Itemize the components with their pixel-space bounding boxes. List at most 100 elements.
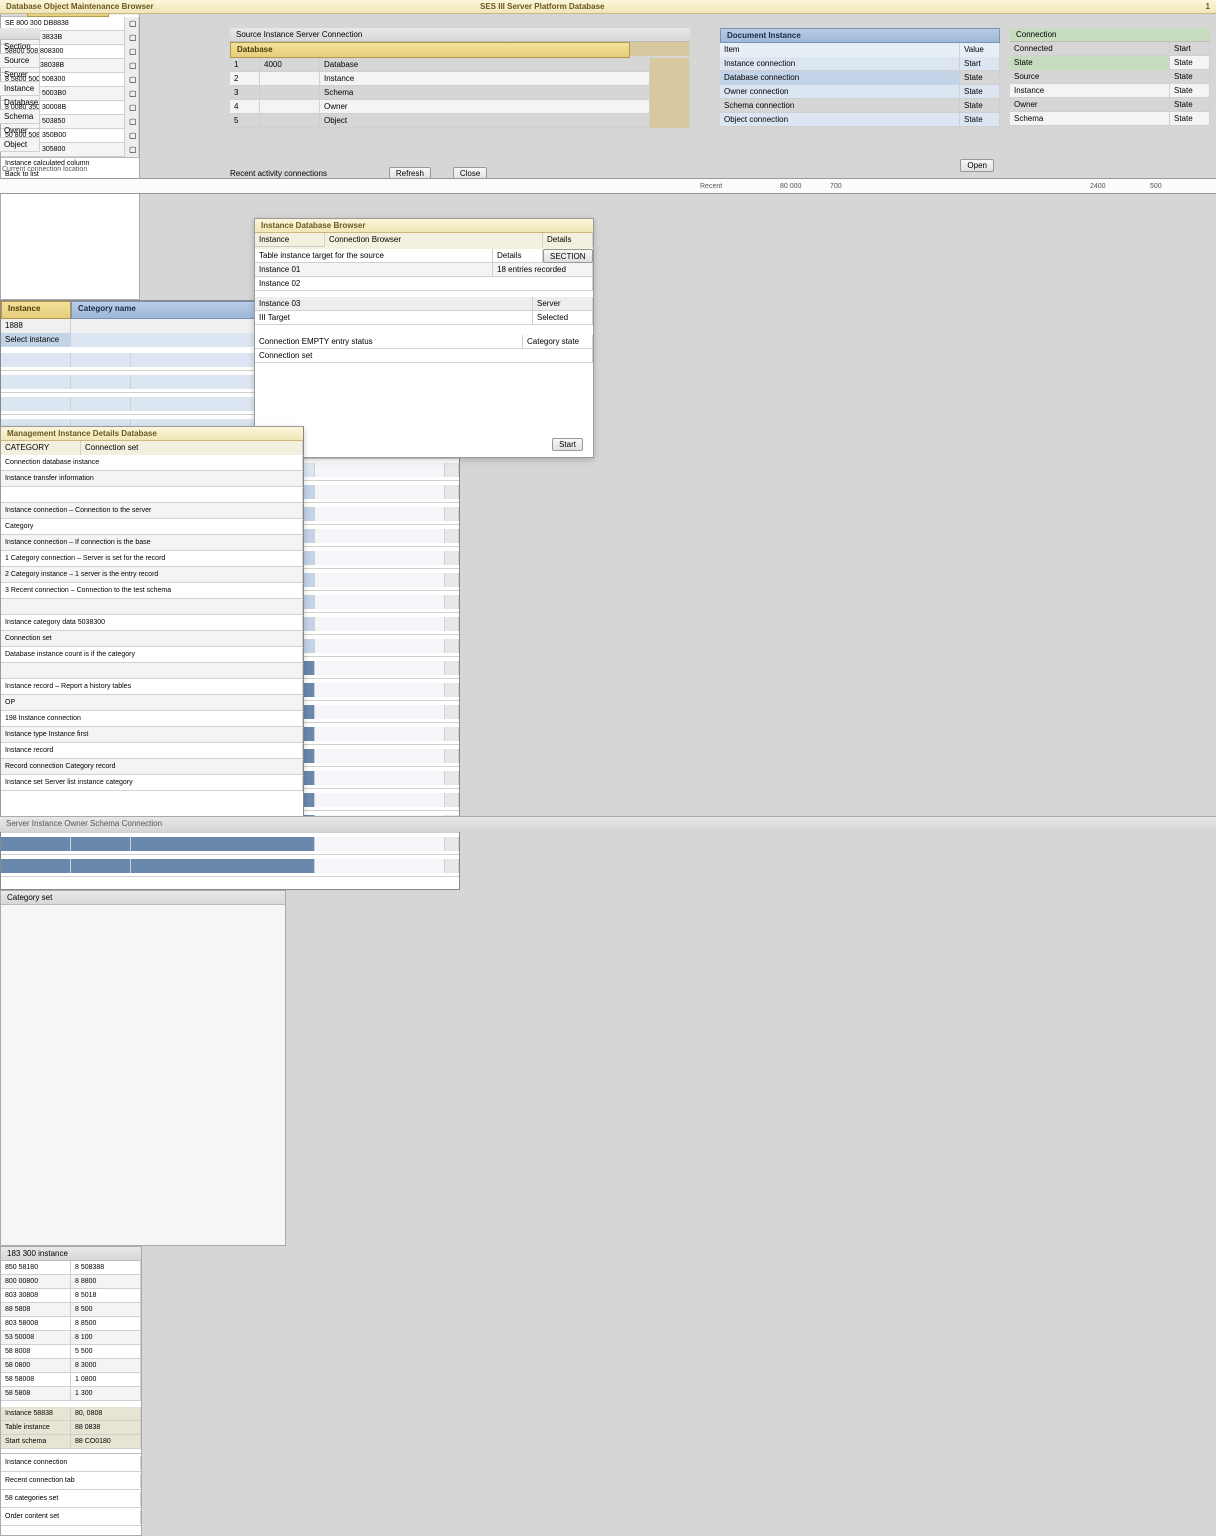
list-item[interactable]: Instance connection – Connection to the … xyxy=(1,503,303,519)
dlgA-title: Instance Database Browser xyxy=(255,219,593,233)
list-item[interactable]: Instance connection – If connection is t… xyxy=(1,535,303,551)
main-titlebar: Database Object Maintenance Browser SES … xyxy=(0,0,1216,14)
category-set-panel: Category set xyxy=(0,890,286,1246)
dlgD-title: Management Instance Details Database xyxy=(1,427,303,441)
list-item[interactable]: Instance set Server list instance catego… xyxy=(1,775,303,791)
list-item[interactable]: 58 categories set xyxy=(1,1490,141,1508)
table-row[interactable]: 88 58088 500 xyxy=(1,1303,141,1317)
top-center-row[interactable]: 2Instance xyxy=(230,72,690,86)
top-right-row[interactable]: Instance connectionStart xyxy=(720,57,1000,71)
top-left-row[interactable]: Owner xyxy=(0,124,40,138)
start-button[interactable]: Start xyxy=(552,438,583,451)
top-left-row[interactable]: Source xyxy=(0,54,40,68)
list-item[interactable]: Instance type Instance first xyxy=(1,727,303,743)
management-details-panel: Management Instance Details Database CAT… xyxy=(0,426,304,818)
top-center-hdr[interactable]: Database xyxy=(230,42,630,58)
top-right-row[interactable]: Owner connectionState xyxy=(720,85,1000,99)
far-right-row[interactable]: OwnerState xyxy=(1010,98,1210,112)
list-item[interactable]: OP xyxy=(1,695,303,711)
top-left-row[interactable]: Server xyxy=(0,68,40,82)
list-item[interactable]: 1 Category connection – Server is set fo… xyxy=(1,551,303,567)
list-item[interactable]: Recent connection tab xyxy=(1,1472,141,1490)
main-title: Database Object Maintenance Browser xyxy=(6,2,154,12)
list-item[interactable]: Instance record – Report a history table… xyxy=(1,679,303,695)
dlgA-tab[interactable]: Details xyxy=(543,233,593,247)
dlgA-row[interactable]: III TargetSelected xyxy=(255,311,593,325)
gridC-hdr[interactable]: Instance xyxy=(1,301,71,319)
list-item[interactable]: Connection set xyxy=(1,631,303,647)
table-row[interactable]: 53 500088 100 xyxy=(1,1331,141,1345)
table-row[interactable] xyxy=(1,833,459,855)
title-right: 1 xyxy=(1206,2,1210,12)
dlgA-tab[interactable]: Connection Browser xyxy=(325,233,543,247)
list-item[interactable]: Database instance count is if the catego… xyxy=(1,647,303,663)
top-left-footer: Current connection location xyxy=(2,166,87,173)
far-right-row[interactable]: SchemaState xyxy=(1010,112,1210,126)
top-center-row[interactable]: 3Schema xyxy=(230,86,690,100)
status-text: Server Instance Owner Schema Connection xyxy=(6,819,162,828)
top-left-row[interactable]: Section xyxy=(0,40,40,54)
list-item[interactable]: Category xyxy=(1,519,303,535)
gridC-hdr[interactable]: Category name xyxy=(71,301,259,319)
table-row[interactable] xyxy=(1,855,459,877)
top-right-hdr: Document Instance xyxy=(720,28,1000,43)
table-row[interactable]: 58 580081 0800 xyxy=(1,1373,141,1387)
instance-browser-dialog: Instance Database Browser Instance Conne… xyxy=(254,218,594,458)
gridC-sub: 1888 xyxy=(1,319,71,333)
list-item[interactable]: 2 Category instance – 1 server is the en… xyxy=(1,567,303,583)
top-right-row[interactable]: Schema connectionState xyxy=(720,99,1000,113)
axis-label: Recent xyxy=(700,183,722,190)
gridC-selrow[interactable]: Select instance xyxy=(1,333,71,347)
summary-row: Table instance88 0838 xyxy=(1,1421,141,1435)
list-item[interactable]: Instance record xyxy=(1,743,303,759)
top-left-row[interactable]: Database xyxy=(0,96,40,110)
list-item[interactable]: Instance transfer information xyxy=(1,471,303,487)
top-left-row[interactable]: Instance xyxy=(0,82,40,96)
dlgD-tab[interactable]: CATEGORY xyxy=(1,441,81,455)
list-item[interactable]: Instance connection xyxy=(1,1454,141,1472)
section-button[interactable]: SECTION xyxy=(543,249,593,263)
far-right-row[interactable]: ConnectedStart xyxy=(1010,42,1210,56)
top-band: Database Object Maintenance Browser SES … xyxy=(0,0,1216,195)
table-row[interactable]: 850 581808 508388 xyxy=(1,1261,141,1275)
dlgF-hdr: 183 300 instance xyxy=(1,1247,141,1261)
dlgA-row[interactable]: Instance 0118 entries recorded xyxy=(255,263,593,277)
table-row[interactable]: 800 008008 8800 xyxy=(1,1275,141,1289)
top-right-row[interactable]: Object connectionState xyxy=(720,113,1000,127)
dlgA-row[interactable]: Table instance target for the sourceDeta… xyxy=(255,249,593,263)
top-right-block: Document Instance Item Value Instance co… xyxy=(720,28,1000,174)
top-left-row[interactable]: Schema xyxy=(0,110,40,124)
far-right-row[interactable]: InstanceState xyxy=(1010,84,1210,98)
list-item[interactable]: 3 Recent connection – Connection to the … xyxy=(1,583,303,599)
list-item[interactable]: Record connection Category record xyxy=(1,759,303,775)
top-right-row[interactable]: Database connectionState xyxy=(720,71,1000,85)
table-row[interactable]: 803 308088 5018 xyxy=(1,1289,141,1303)
dlgA-tab[interactable]: Instance xyxy=(255,233,325,247)
list-item[interactable]: 198 Instance connection xyxy=(1,711,303,727)
list-item xyxy=(1,599,303,615)
top-left-hdr xyxy=(0,28,40,40)
list-item[interactable]: Connection database instance xyxy=(1,455,303,471)
top-center-row[interactable]: 4Owner xyxy=(230,100,690,114)
top-center-row[interactable]: 14000Database xyxy=(230,58,690,72)
table-row[interactable]: 58 58081 300 xyxy=(1,1387,141,1401)
far-right-row[interactable]: SourceState xyxy=(1010,70,1210,84)
open-button[interactable]: Open xyxy=(960,159,994,172)
list-item[interactable]: Instance category data 5038300 xyxy=(1,615,303,631)
dlgA-row[interactable]: Instance 03Server xyxy=(255,297,593,311)
table-row[interactable]: 58 08008 3000 xyxy=(1,1359,141,1373)
list-item[interactable]: Order content set xyxy=(1,1508,141,1526)
axis-tick: 2400 xyxy=(1090,183,1106,190)
table-row[interactable]: 58 80085 500 xyxy=(1,1345,141,1359)
summary-row: Instance 5883880, 0808 xyxy=(1,1407,141,1421)
far-right-row[interactable]: StateState xyxy=(1010,56,1210,70)
dlgD-tab2[interactable]: Connection set xyxy=(81,441,303,455)
top-left-row[interactable]: Object xyxy=(0,138,40,152)
dlgA-row[interactable]: Instance 02 xyxy=(255,277,593,291)
top-center-row[interactable]: 5Object xyxy=(230,114,690,128)
far-right-hdr: Connection xyxy=(1010,28,1210,42)
top-center-block: Source Instance Server Connection Databa… xyxy=(230,28,690,178)
table-row[interactable]: 803 580088 8500 xyxy=(1,1317,141,1331)
top-far-right-block: Connection ConnectedStart StateState Sou… xyxy=(1010,28,1210,174)
dlgA-sub2: Connection set xyxy=(255,349,593,363)
